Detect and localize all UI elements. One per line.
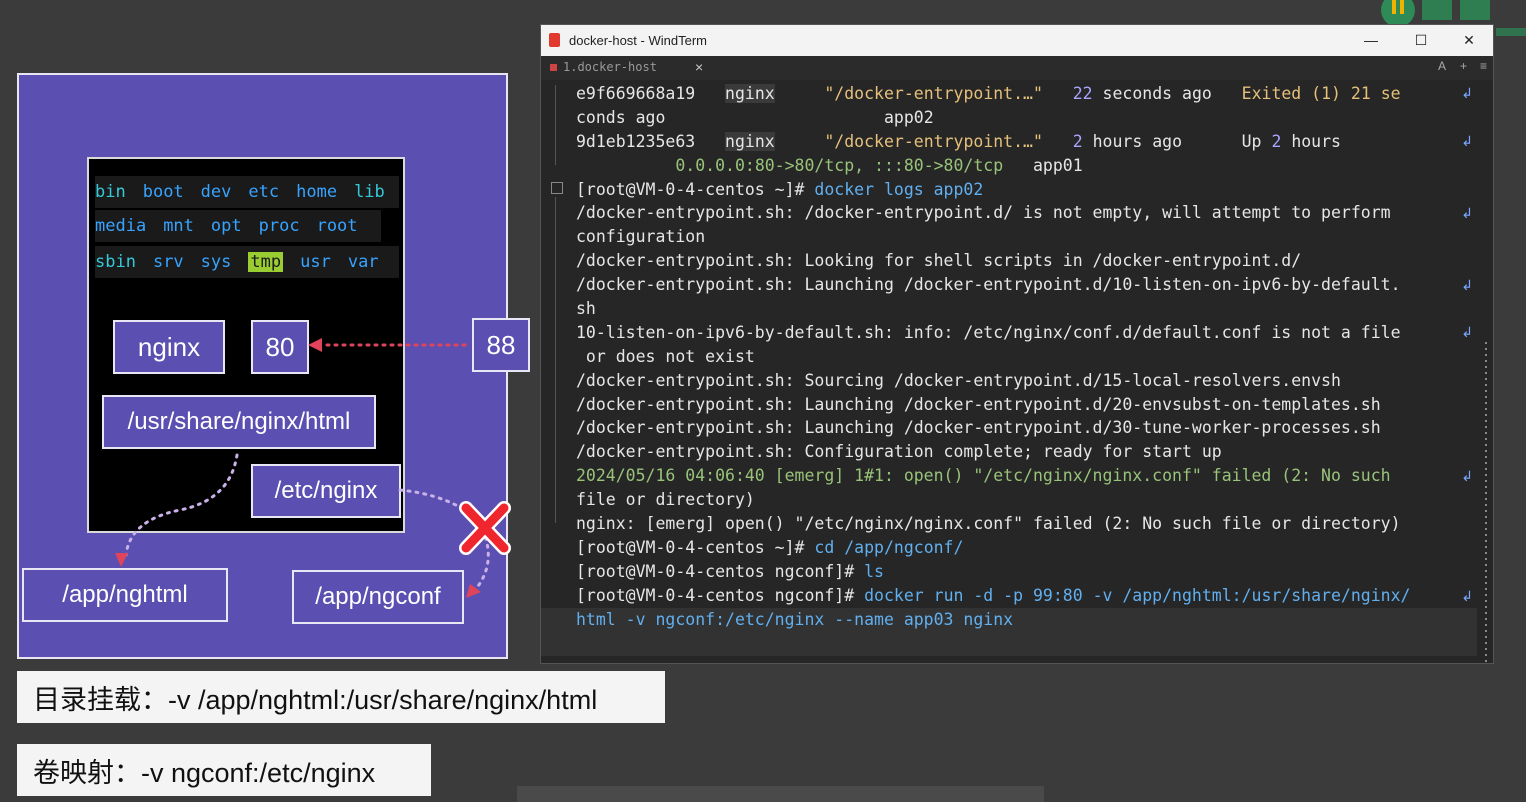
log-line: configuration (576, 227, 706, 247)
log-line: /docker-entrypoint.sh: Configuration com… (576, 442, 1222, 462)
ports: 0.0.0.0:80->80/tcp, :::80->80/tcp (675, 155, 1004, 175)
created-num: 2 (1072, 131, 1083, 151)
created: hours ago (1092, 131, 1183, 151)
status-up: Up (1241, 131, 1262, 151)
windterm-window: docker-host - WindTerm — ☐ ✕ 1.docker-ho… (540, 24, 1494, 664)
prompt-line: [root@VM-0-4-centos ~]# cd /app/ngconf/ (576, 536, 1481, 560)
wrap-arrow-icon: ↲ (1461, 468, 1473, 484)
prompt: [root@VM-0-4-centos ngconf]# (576, 585, 855, 605)
font-button[interactable]: A (1438, 59, 1446, 73)
log-line-emerg: nginx: [emerg] open() "/etc/nginx/nginx.… (576, 514, 1401, 534)
log-line: 10-listen-on-ipv6-by-default.sh: info: /… (576, 322, 1401, 342)
subtitle-bar (517, 786, 1044, 802)
log-line: /docker-entrypoint.sh: Launching /docker… (576, 275, 1401, 295)
windterm-app-icon (549, 33, 560, 47)
port-map-arrowhead (308, 338, 322, 352)
command: "/docker-entrypoint.…" (824, 84, 1043, 103)
log-line: /docker-entrypoint.sh: Launching /docker… (576, 418, 1381, 438)
log-line: /docker-entrypoint.sh: /docker-entrypoin… (576, 203, 1391, 223)
wrap-arrow-icon: ↲ (1461, 324, 1473, 340)
tab-label: 1.docker-host (563, 60, 657, 74)
command: cd /app/ngconf/ (814, 537, 964, 557)
ps-row-1: e9f669668a19 nginx "/docker-entrypoint.…… (576, 82, 1481, 106)
window-title: docker-host - WindTerm (569, 33, 707, 48)
prompt-line: [root@VM-0-4-centos ~]# docker logs app0… (576, 178, 1481, 202)
tab-docker-host[interactable]: 1.docker-host (550, 60, 657, 74)
log-line: /docker-entrypoint.sh: Launching /docker… (576, 394, 1381, 414)
html-mount-line (124, 453, 239, 557)
new-tab-button[interactable]: + (1460, 59, 1467, 73)
tab-icon (550, 64, 557, 71)
prompt: [root@VM-0-4-centos ~]# (576, 179, 805, 199)
command: docker logs app02 (814, 179, 984, 199)
command: docker run -d -p 99:80 -v /app/nghtml:/u… (864, 585, 1411, 605)
status-cont: conds ago (576, 107, 666, 127)
prompt: [root@VM-0-4-centos ~]# (576, 537, 805, 557)
status: Exited (1) 21 se (1241, 84, 1401, 103)
container-name: app01 (1032, 155, 1083, 175)
log-line-emerg: 2024/05/16 04:06:40 [emerg] 1#1: open() … (576, 466, 1391, 486)
html-mount-arrowhead (115, 553, 128, 567)
volume-caption: 卷映射：-v ngconf:/etc/nginx (17, 744, 431, 796)
command: "/docker-entrypoint.…" (824, 131, 1043, 151)
prompt-line: [root@VM-0-4-centos ngconf]# docker run … (576, 584, 1481, 608)
log-line: /docker-entrypoint.sh: Sourcing /docker-… (576, 370, 1341, 390)
image-name: nginx (725, 131, 775, 151)
log-line: /docker-entrypoint.sh: Looking for shell… (576, 251, 1302, 271)
ps-row-2-cont: 0.0.0.0:80->80/tcp, :::80->80/tcp app01 (576, 154, 1481, 178)
status-num: 2 (1271, 131, 1282, 151)
container-id: e9f669668a19 (576, 84, 696, 103)
created: seconds ago (1102, 84, 1212, 103)
ps-row-2: 9d1eb1235e63 nginx "/docker-entrypoint.…… (576, 130, 1481, 154)
scrollbar-track (1485, 342, 1487, 662)
wrap-arrow-icon: ↲ (1461, 133, 1473, 149)
minimize-button[interactable]: — (1356, 29, 1386, 51)
fold-guide (555, 85, 556, 165)
image-name: nginx (725, 84, 775, 103)
title-bar: docker-host - WindTerm — ☐ ✕ (541, 25, 1493, 56)
wrap-arrow-icon: ↲ (1461, 205, 1473, 221)
wrap-arrow-icon: ↲ (1461, 85, 1473, 101)
wrap-arrow-icon: ↲ (1461, 277, 1473, 293)
mount-caption: 目录挂载：-v /app/nghtml:/usr/share/nginx/htm… (17, 671, 665, 723)
wrap-arrow-icon: ↲ (1461, 588, 1473, 604)
log-line: or does not exist (576, 346, 755, 366)
command: ls (864, 561, 884, 581)
command-continued: html -v ngconf:/etc/nginx --name app03 n… (576, 609, 1014, 629)
red-x-icon (459, 501, 511, 555)
fold-guide-2 (555, 197, 556, 523)
tab-bar: 1.docker-host × A + ≡ (541, 56, 1493, 80)
container-name: app02 (883, 107, 934, 127)
maximize-button[interactable]: ☐ (1406, 29, 1436, 51)
fold-icon (551, 182, 563, 194)
terminal-scrollbar[interactable] (1483, 82, 1490, 662)
created-num: 22 (1072, 84, 1093, 103)
container-id: 9d1eb1235e63 (576, 131, 696, 151)
terminal-output[interactable]: e9f669668a19 nginx "/docker-entrypoint.…… (576, 82, 1481, 631)
log-line: file or directory) (576, 490, 755, 510)
log-line: sh (576, 299, 596, 319)
ps-row-1-cont: conds ago app02 (576, 106, 1481, 130)
tab-menu-button[interactable]: ≡ (1480, 59, 1487, 73)
prompt: [root@VM-0-4-centos ngconf]# (576, 561, 855, 581)
prompt-line: [root@VM-0-4-centos ngconf]# ls (576, 560, 1481, 584)
tab-close-button[interactable]: × (695, 59, 703, 75)
close-button[interactable]: ✕ (1454, 29, 1484, 51)
status-hours: hours (1291, 131, 1341, 151)
